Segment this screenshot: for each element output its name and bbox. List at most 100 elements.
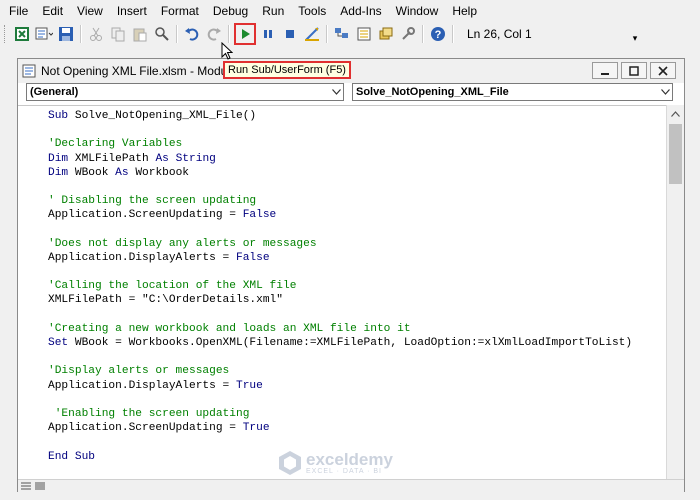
code-comment: 'Creating a new workbook and loads an XM… <box>48 322 411 335</box>
code-line[interactable]: XMLFilePath = "C:\OrderDetails.xml" <box>48 293 632 307</box>
code-keyword: End Sub <box>48 450 95 463</box>
code-line[interactable]: Application.ScreenUpdating = False <box>48 208 632 222</box>
code-line[interactable] <box>48 308 632 322</box>
cut-icon[interactable] <box>86 24 106 44</box>
code-line[interactable] <box>48 180 632 194</box>
exceldemy-watermark: exceldemy EXCEL · DATA · BI <box>278 450 393 476</box>
properties-icon[interactable] <box>354 24 374 44</box>
code-line[interactable]: Application.DisplayAlerts = True <box>48 379 632 393</box>
design-mode-icon[interactable] <box>302 24 322 44</box>
menu-tools[interactable]: Tools <box>291 0 333 22</box>
code-comment: 'Display alerts or messages <box>48 365 230 378</box>
code-keyword: Dim <box>48 152 75 165</box>
menu-window[interactable]: Window <box>389 0 446 22</box>
vertical-scrollbar[interactable] <box>666 105 684 479</box>
code-text: WBook = Workbooks.OpenXML(Filename:=XMLF… <box>74 337 633 349</box>
code-line[interactable]: Application.DisplayAlerts = False <box>48 251 632 265</box>
code-line[interactable]: 'Enabling the screen updating <box>48 407 632 421</box>
code-line[interactable]: Application.ScreenUpdating = True <box>48 421 632 435</box>
code-line[interactable]: Dim WBook As Workbook <box>48 166 632 180</box>
code-line[interactable] <box>48 223 632 237</box>
code-keyword: String <box>175 152 216 165</box>
chevron-down-icon[interactable] <box>329 84 343 100</box>
code-text: XMLFilePath <box>74 152 156 165</box>
menu-add-ins[interactable]: Add-Ins <box>333 0 388 22</box>
maximize-button[interactable] <box>621 62 647 79</box>
cursor-position-status: Ln 26, Col 1 <box>467 27 532 41</box>
code-keyword: Set <box>48 337 75 349</box>
code-keyword: Sub <box>48 110 75 122</box>
menu-format[interactable]: Format <box>154 0 206 22</box>
project-explorer-icon[interactable] <box>332 24 352 44</box>
full-module-view-icon[interactable] <box>34 481 46 491</box>
excel-icon[interactable] <box>12 24 32 44</box>
menu-file[interactable]: File <box>0 0 35 22</box>
code-text: Workbook <box>135 166 190 179</box>
procedure-dropdown[interactable]: Solve_NotOpening_XML_File <box>352 83 673 101</box>
code-keyword: As <box>115 166 136 179</box>
break-icon[interactable] <box>258 24 278 44</box>
code-line[interactable]: 'Does not display any alerts or messages <box>48 237 632 251</box>
code-lines[interactable]: Sub Solve_NotOpening_XML_File() 'Declarin… <box>48 109 632 464</box>
insert-module-icon[interactable] <box>34 24 54 44</box>
copy-icon[interactable] <box>108 24 128 44</box>
object-browser-icon[interactable] <box>376 24 396 44</box>
scroll-up-icon[interactable] <box>667 105 684 122</box>
toolbar-options-icon[interactable]: ▾ <box>631 24 639 44</box>
code-text: Solve_NotOpening_XML_File() <box>74 110 257 122</box>
find-icon[interactable] <box>152 24 172 44</box>
toolbar-separator <box>228 25 230 43</box>
code-text: Application.DisplayAlerts = <box>48 379 236 392</box>
object-dropdown[interactable]: (General) <box>26 83 344 101</box>
code-keyword: False <box>235 251 270 264</box>
code-comment: 'Calling the location of the XML file <box>48 280 297 293</box>
toolbar-grip[interactable] <box>4 25 8 43</box>
run-icon[interactable] <box>234 23 256 45</box>
minimize-button[interactable] <box>592 62 618 79</box>
code-line[interactable]: 'Display alerts or messages <box>48 364 632 378</box>
code-line[interactable]: 'Declaring Variables <box>48 137 632 151</box>
code-line[interactable] <box>48 350 632 364</box>
code-line[interactable]: ' Disabling the screen updating <box>48 194 632 208</box>
code-line[interactable] <box>48 393 632 407</box>
code-keyword: Dim <box>48 166 75 179</box>
procedure-view-icon[interactable] <box>20 481 32 491</box>
mouse-cursor-icon <box>221 42 233 60</box>
menu-help[interactable]: Help <box>445 0 484 22</box>
code-line[interactable] <box>48 123 632 137</box>
undo-icon[interactable] <box>182 24 202 44</box>
menu-edit[interactable]: Edit <box>35 0 70 22</box>
svg-text:?: ? <box>435 29 442 41</box>
help-icon[interactable]: ? <box>428 24 448 44</box>
reset-icon[interactable] <box>280 24 300 44</box>
menu-debug[interactable]: Debug <box>206 0 255 22</box>
code-editor[interactable]: Sub Solve_NotOpening_XML_File() 'Declarin… <box>18 105 666 480</box>
code-line[interactable]: 'Creating a new workbook and loads an XM… <box>48 322 632 336</box>
code-line[interactable]: Set WBook = Workbooks.OpenXML(Filename:=… <box>48 336 632 350</box>
close-button[interactable] <box>650 62 676 79</box>
toolbox-icon[interactable] <box>398 24 418 44</box>
object-dropdown-value: (General) <box>30 86 79 98</box>
code-line[interactable] <box>48 435 632 449</box>
menu-view[interactable]: View <box>70 0 110 22</box>
code-keyword: As <box>155 152 176 165</box>
save-icon[interactable] <box>56 24 76 44</box>
watermark-brand: exceldemy <box>306 450 393 469</box>
code-line[interactable]: Dim XMLFilePath As String <box>48 152 632 166</box>
scrollbar-thumb[interactable] <box>669 124 682 184</box>
code-line[interactable] <box>48 265 632 279</box>
paste-icon[interactable] <box>130 24 150 44</box>
procedure-dropdown-value: Solve_NotOpening_XML_File <box>356 86 509 98</box>
menu-insert[interactable]: Insert <box>110 0 154 22</box>
code-line[interactable]: 'Calling the location of the XML file <box>48 279 632 293</box>
view-switch-bar <box>18 479 684 492</box>
code-text: Application.DisplayAlerts = <box>48 251 236 264</box>
code-window-title: Not Opening XML File.xlsm - Module1 ( <box>41 64 251 78</box>
code-window-titlebar[interactable]: Not Opening XML File.xlsm - Module1 ( <box>18 59 684 83</box>
code-line[interactable]: Sub Solve_NotOpening_XML_File() <box>48 109 632 123</box>
redo-icon[interactable] <box>204 24 224 44</box>
chevron-down-icon[interactable] <box>658 84 672 100</box>
toolbar-separator <box>326 25 328 43</box>
code-keyword: False <box>242 209 277 222</box>
menu-run[interactable]: Run <box>255 0 291 22</box>
